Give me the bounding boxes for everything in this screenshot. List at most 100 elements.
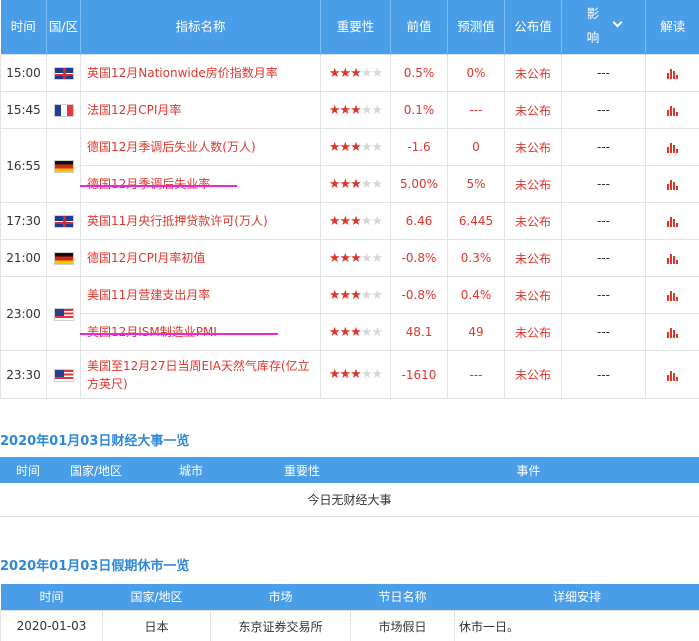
economic-calendar-table: 时间 国/区 指标名称 重要性 前值 预测值 公布值 影响 解读 15:00 英国… xyxy=(0,0,699,399)
indicator-name-link[interactable]: 英国12月Nationwide房价指数月率 xyxy=(80,54,321,92)
forecast-value: 0.3% xyxy=(447,239,505,277)
impact-value: --- xyxy=(561,239,646,277)
star-icon: ★ xyxy=(339,65,352,81)
indicator-name-link[interactable]: 德国12月季调后失业人数(万人) xyxy=(80,128,321,166)
row-time: 16:55 xyxy=(0,128,47,203)
star-icon: ★ xyxy=(360,176,373,192)
chevron-down-icon[interactable] xyxy=(612,17,623,27)
interpret-cell xyxy=(645,350,699,399)
bar-chart-icon[interactable] xyxy=(667,253,678,264)
star-icon: ★ xyxy=(328,324,341,340)
us-flag-icon xyxy=(53,368,74,382)
bar-chart-icon[interactable] xyxy=(667,179,678,190)
star-icon: ★ xyxy=(328,139,341,155)
star-icon: ★ xyxy=(371,287,383,303)
calendar-row: 23:00 美国11月营建支出月率 ★★★★★ -0.8% 0.4% 未公布 --- xyxy=(0,276,699,351)
actual-value: 未公布 xyxy=(504,276,562,314)
star-icon: ★ xyxy=(360,287,373,303)
calendar-row: 16:55 德国12月季调后失业人数(万人) ★★★★★ -1.6 0 未公布 --- xyxy=(0,128,699,203)
row-country xyxy=(46,54,81,92)
indicator-name-link[interactable]: 美国至12月27日当周EIA天然气库存(亿立方英尺) xyxy=(80,350,321,399)
bar-chart-icon[interactable] xyxy=(667,327,678,338)
impact-value: --- xyxy=(561,202,646,240)
calendar-row: 15:00 英国12月Nationwide房价指数月率 ★★★★★ 0.5% 0% 未公布… xyxy=(0,54,699,92)
row-time: 15:45 xyxy=(0,91,47,129)
germany-flag-icon xyxy=(53,252,74,265)
star-icon: ★ xyxy=(360,324,373,340)
bar-chart-icon[interactable] xyxy=(667,216,678,227)
row-time: 15:00 xyxy=(0,54,47,92)
bar-chart-icon[interactable] xyxy=(667,370,678,381)
impact-value: --- xyxy=(561,54,646,92)
indicator-name-link[interactable]: 美国12月ISM制造业PMI xyxy=(80,313,321,351)
previous-value: 0.1% xyxy=(390,91,448,129)
star-icon: ★ xyxy=(328,176,341,192)
holiday-col-market: 市场 xyxy=(210,584,351,610)
indicator-name-link[interactable]: 法国12月CPI月率 xyxy=(80,91,321,129)
star-icon: ★ xyxy=(328,250,341,266)
importance-stars: ★★★★★ xyxy=(320,313,391,351)
events-col-city: 城市 xyxy=(136,457,246,483)
star-icon: ★ xyxy=(339,213,352,229)
interpret-cell xyxy=(645,202,699,240)
holiday-row: 2020-01-03 日本 东京证券交易所 市场假日 休市一日。 xyxy=(0,609,699,641)
star-icon: ★ xyxy=(360,367,373,382)
indicator-name-link[interactable]: 德国12月CPI月率初值 xyxy=(80,239,321,277)
holiday-col-date: 时间 xyxy=(0,584,103,610)
col-time: 时间 xyxy=(0,0,47,55)
germany-flag-icon xyxy=(53,159,74,173)
row-time: 21:00 xyxy=(0,239,47,277)
star-icon: ★ xyxy=(371,250,383,266)
previous-value: 5.00% xyxy=(390,165,448,203)
col-forecast: 预测值 xyxy=(447,0,505,55)
holiday-date: 2020-01-03 xyxy=(0,609,103,641)
row-time: 17:30 xyxy=(0,202,47,240)
previous-value: -1.6 xyxy=(390,128,448,166)
star-icon: ★ xyxy=(328,102,341,118)
star-icon: ★ xyxy=(339,367,352,382)
calendar-row: 21:00 德国12月CPI月率初值 ★★★★★ -0.8% 0.3% 未公布 --- xyxy=(0,239,699,277)
impact-value: --- xyxy=(561,128,646,166)
interpret-cell xyxy=(645,128,699,166)
events-section-title: 2020年01月03日财经大事一览 xyxy=(0,434,190,449)
indicator-name-link[interactable]: 英国11月央行抵押贷款许可(万人) xyxy=(80,202,321,240)
us-flag-icon xyxy=(53,307,74,321)
calendar-row: 美国12月ISM制造业PMI ★★★★★ 48.1 49 未公布 --- xyxy=(1,313,699,351)
previous-value: 6.46 xyxy=(390,202,448,240)
importance-stars: ★★★★★ xyxy=(320,239,391,277)
indicator-name-link[interactable]: 德国12月季调后失业率 xyxy=(80,165,321,203)
star-icon: ★ xyxy=(350,213,362,229)
actual-value: 未公布 xyxy=(504,165,562,203)
bar-chart-icon[interactable] xyxy=(667,290,678,301)
star-icon: ★ xyxy=(350,102,362,118)
col-impact[interactable]: 影响 xyxy=(561,0,646,55)
col-actual: 公布值 xyxy=(504,0,562,55)
forecast-value: 0% xyxy=(447,54,505,92)
col-country: 国/区 xyxy=(46,0,81,55)
bar-chart-icon[interactable] xyxy=(667,68,678,79)
star-icon: ★ xyxy=(350,324,362,340)
row-country xyxy=(46,91,81,129)
calendar-row: 德国12月季调后失业率 ★★★★★ 5.00% 5% 未公布 --- xyxy=(1,165,699,203)
star-icon: ★ xyxy=(371,102,383,118)
star-icon: ★ xyxy=(350,176,362,192)
star-icon: ★ xyxy=(328,367,341,382)
calendar-row: 17:30 英国11月央行抵押贷款许可(万人) ★★★★★ 6.46 6.445 未公布 -… xyxy=(0,202,699,240)
row-country xyxy=(46,128,81,203)
star-icon: ★ xyxy=(339,176,352,192)
bar-chart-icon[interactable] xyxy=(667,105,678,116)
bar-chart-icon[interactable] xyxy=(667,142,678,153)
star-icon: ★ xyxy=(360,102,373,118)
row-country xyxy=(46,239,81,277)
holiday-col-region: 国家/地区 xyxy=(102,584,211,610)
holiday-region: 日本 xyxy=(102,609,211,641)
star-icon: ★ xyxy=(350,65,362,81)
interpret-cell xyxy=(645,276,699,314)
previous-value: -0.8% xyxy=(390,239,448,277)
star-icon: ★ xyxy=(328,65,341,81)
indicator-name-link[interactable]: 美国11月营建支出月率 xyxy=(80,276,321,314)
calendar-row: 23:30 美国至12月27日当周EIA天然气库存(亿立方英尺) ★★★★★ -161… xyxy=(0,350,699,399)
importance-stars: ★★★★★ xyxy=(320,165,391,203)
holiday-section-title: 2020年01月03日假期休市一览 xyxy=(0,559,190,574)
star-icon: ★ xyxy=(371,213,383,229)
